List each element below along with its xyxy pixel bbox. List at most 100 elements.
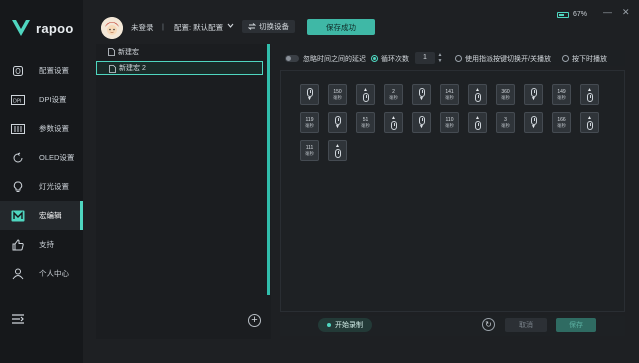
start-record-button[interactable]: 开始录制	[318, 318, 372, 332]
start-record-label: 开始录制	[335, 322, 363, 329]
mouse-button-icon	[474, 120, 481, 130]
delay-event-tile[interactable]: 166 毫秒	[552, 112, 571, 133]
avatar[interactable]	[101, 17, 123, 39]
macro-list-item-label: 新建宏	[118, 49, 139, 56]
mouse-up-event-tile[interactable]: ▲	[580, 112, 599, 133]
swap-icon	[248, 23, 256, 30]
mouse-up-event-tile[interactable]: ▲	[468, 112, 487, 133]
cancel-button[interactable]: 取消	[505, 318, 547, 332]
delay-unit: 毫秒	[501, 94, 510, 100]
reset-icon[interactable]: ↻	[482, 318, 495, 331]
sidebar-item-2[interactable]: 参数设置	[0, 114, 83, 143]
delay-event-tile[interactable]: 141 毫秒	[440, 84, 459, 105]
toggle-play-radio[interactable]	[455, 55, 462, 62]
record-dot-icon	[327, 323, 331, 327]
loop-count-radio[interactable]	[371, 55, 378, 62]
macro-event-canvas[interactable]: ▼ 150 毫秒 ▲ 2 毫秒 ▼ 141 毫秒 ▲ 360 毫秒 ▼ 149 毫秒 ▲ 119 毫秒 ▼ 51 毫秒 ▲…	[280, 70, 625, 312]
save-button[interactable]: 保存	[556, 318, 596, 332]
bulb-icon	[11, 180, 25, 194]
arrow-up-icon: ▲	[475, 86, 480, 93]
delay-event-tile[interactable]: 360 毫秒	[496, 84, 515, 105]
chevron-down-icon[interactable]	[227, 23, 234, 29]
mouse-up-event-tile[interactable]: ▲	[384, 112, 403, 133]
sidebar-nav: 配置设置 DPI DPI设置参数设置 OLED设置 灯光设置 宏编辑支持个人中心	[0, 56, 83, 288]
sidebar-item-1[interactable]: DPI DPI设置	[0, 85, 83, 114]
mouse-down-event-tile[interactable]: ▼	[524, 112, 543, 133]
delay-unit: 毫秒	[333, 94, 342, 100]
mouse-up-event-tile[interactable]: ▲	[580, 84, 599, 105]
file-icon	[108, 48, 115, 56]
mouse-down-event-tile[interactable]: ▼	[328, 112, 347, 133]
arrow-up-icon: ▲	[363, 86, 368, 93]
sidebar-item-7[interactable]: 个人中心	[0, 259, 83, 288]
arrow-down-icon: ▼	[419, 95, 424, 102]
profile-selector[interactable]: 配置: 默认配置	[174, 22, 223, 33]
mouse-down-event-tile[interactable]: ▼	[412, 112, 431, 133]
ignore-delay-label: 忽略时间之间的延迟	[303, 56, 366, 63]
sidebar-item-3[interactable]: OLED设置	[0, 143, 83, 172]
delay-event-tile[interactable]: 119 毫秒	[300, 112, 319, 133]
close-button[interactable]: ✕	[622, 7, 630, 18]
delay-event-tile[interactable]: 150 毫秒	[328, 84, 347, 105]
app-window: rapoo 配置设置 DPI DPI设置参数设置 OLED设置 灯光设置 宏编辑支持个人中…	[0, 0, 639, 363]
delay-event-tile[interactable]: 149 毫秒	[552, 84, 571, 105]
mouse-down-event-tile[interactable]: ▼	[524, 84, 543, 105]
add-macro-button[interactable]: +	[248, 314, 261, 327]
delay-event-tile[interactable]: 2 毫秒	[384, 84, 403, 105]
macro-list-scrollbar[interactable]	[267, 44, 270, 295]
delay-unit: 毫秒	[305, 150, 314, 156]
header-separator: |	[162, 22, 164, 31]
delay-event-tile[interactable]: 111 毫秒	[300, 140, 319, 161]
delay-event-tile[interactable]: 51 毫秒	[356, 112, 375, 133]
switch-device-button[interactable]: 切换设备	[242, 20, 295, 33]
mouse-down-event-tile[interactable]: ▼	[412, 84, 431, 105]
mouse-button-icon	[306, 87, 313, 97]
mouse-up-event-tile[interactable]: ▲	[356, 84, 375, 105]
person-icon	[11, 267, 25, 281]
sidebar-item-label: 支持	[39, 240, 54, 249]
oled-icon	[11, 151, 25, 165]
delay-event-tile[interactable]: 3 毫秒	[496, 112, 515, 133]
loop-count-label: 循环次数	[381, 56, 409, 63]
logo-text: rapoo	[36, 20, 74, 36]
mouse-icon	[11, 64, 25, 78]
arrow-up-icon: ▲	[335, 142, 340, 149]
save-status-button[interactable]: 保存成功	[307, 19, 375, 35]
sidebar-item-6[interactable]: 支持	[0, 230, 83, 259]
sidebar: rapoo 配置设置 DPI DPI设置参数设置 OLED设置 灯光设置 宏编辑支持个人中…	[0, 0, 83, 363]
battery-percent: 67%	[573, 11, 588, 18]
arrow-down-icon: ▼	[335, 123, 340, 130]
macro-icon	[11, 209, 25, 223]
collapse-menu-icon[interactable]	[11, 312, 25, 326]
sidebar-item-0[interactable]: 配置设置	[0, 56, 83, 85]
macro-list-item[interactable]: 新建宏	[96, 45, 263, 59]
hold-play-radio[interactable]	[562, 55, 569, 62]
mouse-button-icon	[390, 120, 397, 130]
delay-event-tile[interactable]: 110 毫秒	[440, 112, 459, 133]
arrow-down-icon: ▼	[307, 95, 312, 102]
arrow-down-icon: ▼	[531, 123, 536, 130]
mouse-up-event-tile[interactable]: ▲	[328, 140, 347, 161]
thumbs-up-icon	[11, 238, 25, 252]
minimize-button[interactable]: —	[603, 7, 612, 17]
mouse-button-icon	[334, 115, 341, 125]
mouse-button-icon	[362, 92, 369, 102]
mouse-button-icon	[586, 92, 593, 102]
arrow-up-icon: ▲	[587, 86, 592, 93]
login-status[interactable]: 未登录	[131, 22, 154, 33]
sidebar-item-5[interactable]: 宏编辑	[0, 201, 83, 230]
loop-count-input[interactable]: 1	[415, 52, 435, 64]
loop-count-stepper[interactable]: ▲ ▼	[437, 52, 443, 64]
sidebar-item-4[interactable]: 灯光设置	[0, 172, 83, 201]
sidebar-item-label: 配置设置	[39, 66, 69, 75]
ignore-delay-toggle[interactable]	[285, 55, 299, 62]
mouse-up-event-tile[interactable]: ▲	[468, 84, 487, 105]
mouse-down-event-tile[interactable]: ▼	[300, 84, 319, 105]
arrow-up-icon: ▲	[391, 114, 396, 121]
dpi-icon: DPI	[11, 93, 25, 107]
macro-list-item-selected[interactable]: 新建宏 2	[96, 61, 263, 75]
mouse-button-icon	[334, 148, 341, 158]
sidebar-item-label: 参数设置	[39, 124, 69, 133]
mouse-button-icon	[418, 87, 425, 97]
macro-list-panel	[96, 44, 271, 339]
